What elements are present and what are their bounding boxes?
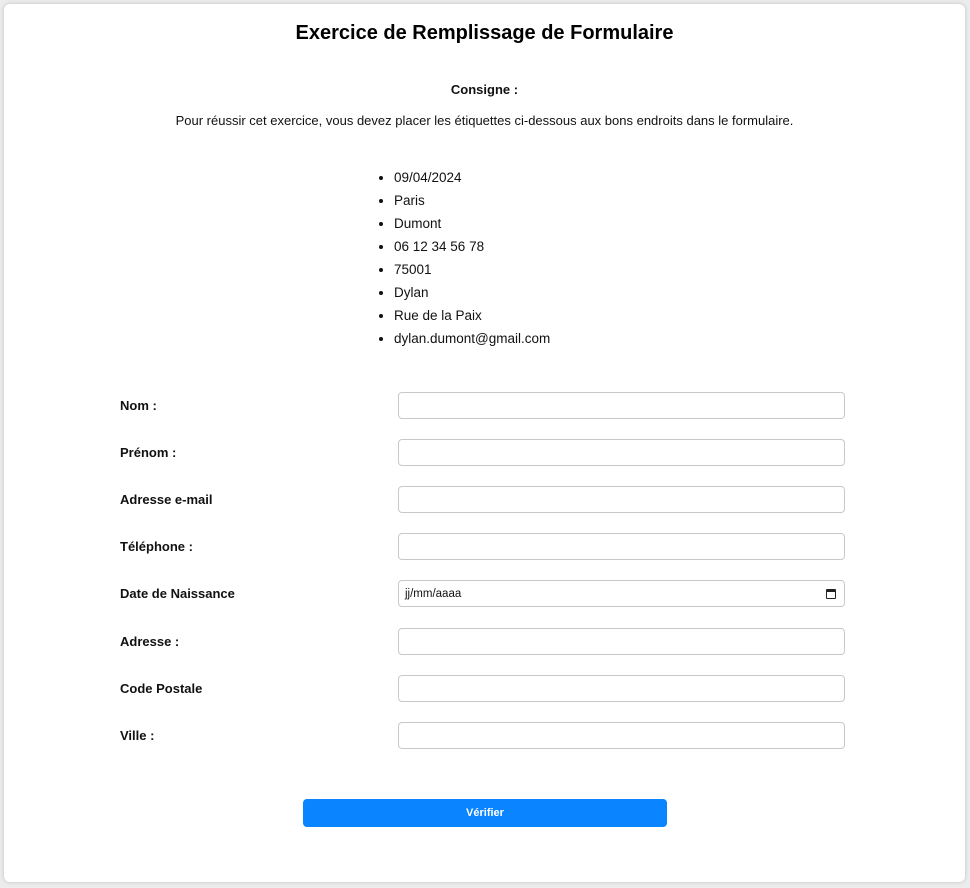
list-item: dylan.dumont@gmail.com <box>394 327 550 350</box>
labels-list: 09/04/2024 Paris Dumont 06 12 34 56 78 7… <box>378 166 550 350</box>
form-row-ville: Ville : <box>4 722 965 750</box>
instructions-text: Pour réussir cet exercice, vous devez pl… <box>175 113 794 128</box>
prenom-label: Prénom : <box>120 445 177 460</box>
ville-input[interactable] <box>398 722 845 749</box>
list-item: Dumont <box>394 212 550 235</box>
form-row-prenom: Prénom : <box>4 439 965 467</box>
list-item: 09/04/2024 <box>394 166 550 189</box>
verify-button[interactable]: Vérifier <box>303 799 667 827</box>
list-item: 75001 <box>394 258 550 281</box>
form-row-nom: Nom : <box>4 392 965 420</box>
form-row-telephone: Téléphone : <box>4 533 965 561</box>
list-item: 06 12 34 56 78 <box>394 235 550 258</box>
email-label: Adresse e-mail <box>120 492 213 507</box>
list-item: Dylan <box>394 281 550 304</box>
email-input[interactable] <box>398 486 845 513</box>
form-row-date-naissance: Date de Naissance jj/mm/aaaa <box>4 580 965 608</box>
form-row-adresse: Adresse : <box>4 628 965 656</box>
telephone-input[interactable] <box>398 533 845 560</box>
adresse-input[interactable] <box>398 628 845 655</box>
form-row-email: Adresse e-mail <box>4 486 965 514</box>
date-naissance-label: Date de Naissance <box>120 586 235 601</box>
nom-label: Nom : <box>120 398 157 413</box>
page-title: Exercice de Remplissage de Formulaire <box>295 22 674 44</box>
code-postal-input[interactable] <box>398 675 845 702</box>
nom-input[interactable] <box>398 392 845 419</box>
exercise-card: Exercice de Remplissage de Formulaire Co… <box>4 4 965 882</box>
form-row-code-postal: Code Postale <box>4 675 965 703</box>
date-placeholder: jj/mm/aaaa <box>405 587 462 600</box>
adresse-label: Adresse : <box>120 634 180 649</box>
ville-label: Ville : <box>120 728 155 743</box>
prenom-input[interactable] <box>398 439 845 466</box>
code-postal-label: Code Postale <box>120 681 203 696</box>
telephone-label: Téléphone : <box>120 539 193 554</box>
date-naissance-input[interactable]: jj/mm/aaaa <box>398 580 845 607</box>
list-item: Paris <box>394 189 550 212</box>
calendar-icon[interactable] <box>826 588 836 599</box>
instructions-heading: Consigne : <box>450 82 519 97</box>
list-item: Rue de la Paix <box>394 304 550 327</box>
